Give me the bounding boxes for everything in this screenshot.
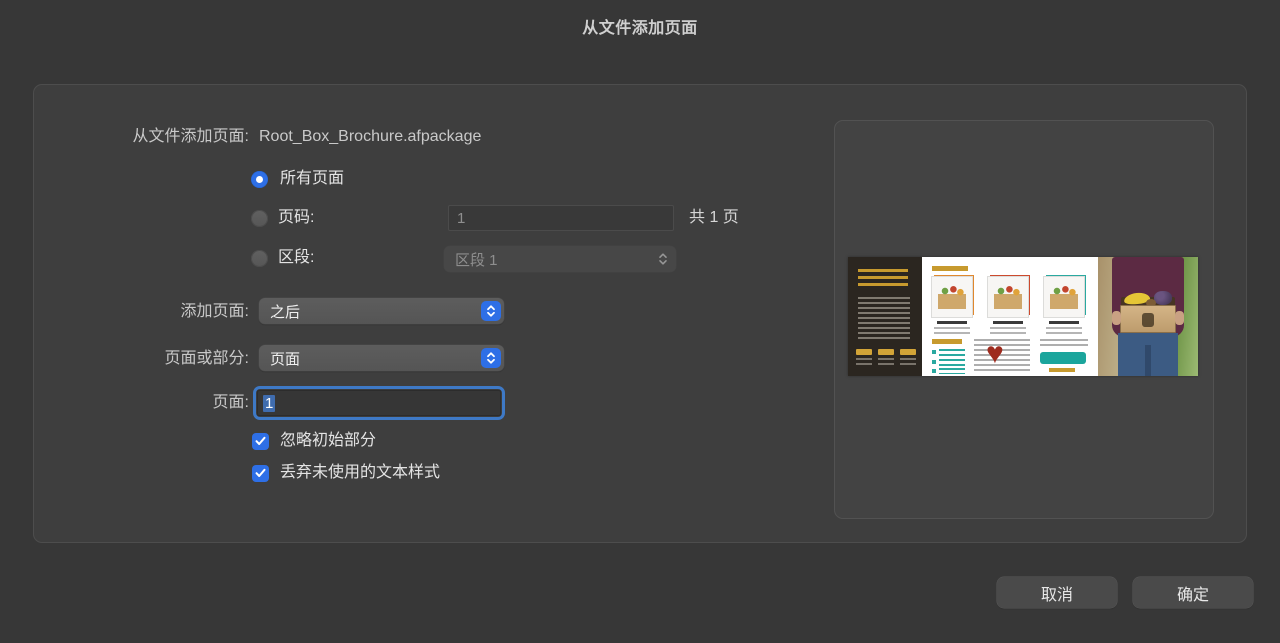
list-number-marker [932,350,936,354]
teal-cta-button [1040,352,1086,364]
paragraph-lines [1040,339,1088,349]
pages-or-section-select[interactable]: 页面 [259,345,504,371]
add-pages-select-value: 之后 [259,301,481,322]
ignore-initial-section-label: 忽略初始部分 [280,432,376,450]
total-pages-text: 共 1 页 [689,205,739,231]
product-card [1044,277,1084,317]
page-input[interactable]: 1 [257,390,501,416]
product-caption-lines [1046,327,1082,334]
brochure-preview-image: ♥ [848,257,1198,376]
produce-thumbnail [994,285,1022,309]
ok-button[interactable]: 确定 [1133,577,1253,608]
section-select[interactable]: 区段 1 [444,246,676,272]
brochure-button-caption [878,358,894,365]
grapes [1154,291,1172,305]
page-input-selected-text: 1 [263,395,275,412]
discard-unused-styles-label: 丢弃未使用的文本样式 [280,464,440,482]
checkbox-check-icon [255,436,266,446]
left-hand [1112,311,1121,325]
chevron-up-down-icon [481,301,501,321]
checkbox-row-discard-styles: 丢弃未使用的文本样式 [252,464,440,482]
brochure-section-heading [932,339,962,344]
radio-row-section: 区段: [251,249,314,267]
product-caption-lines [934,327,970,334]
radio-row-all-pages: 所有页面 [251,170,344,188]
page-number-input[interactable] [448,205,674,231]
checkbox-row-ignore-initial: 忽略初始部分 [252,432,376,450]
brochure-gold-caption [1049,368,1075,372]
source-file-label: 从文件添加页面: [34,128,249,146]
produce-thumbnail [1050,285,1078,309]
ignore-initial-section-checkbox[interactable] [252,433,269,450]
list-item-lines [939,359,965,366]
box-logo-stamp [1142,313,1154,327]
product-title-line [1049,321,1079,324]
brochure-panel-middle: ♥ [922,257,1098,376]
brochure-gold-button [856,349,872,355]
list-item-lines [939,368,965,374]
product-title-line [937,321,967,324]
page-field-label: 页面: [34,394,249,412]
chevron-up-down-icon [653,249,673,269]
pages-or-section-select-value: 页面 [259,348,481,369]
all-pages-label: 所有页面 [280,170,344,188]
brochure-gold-button [900,349,916,355]
checkbox-check-icon [255,468,266,478]
radio-row-page-number: 页码: [251,209,314,227]
product-card [932,277,972,317]
radio-dot-icon [256,176,263,183]
add-pages-dialog: 从文件添加页面 从文件添加页面: Root_Box_Brochure.afpac… [0,0,1280,643]
brochure-panel-left [848,257,922,376]
page-number-radio[interactable] [251,210,268,227]
brochure-gold-button [878,349,894,355]
right-hand [1175,311,1184,325]
discard-unused-styles-checkbox[interactable] [252,465,269,482]
section-radio[interactable] [251,250,268,267]
brochure-button-caption [856,358,872,365]
brochure-section-heading [932,266,968,271]
brochure-panel-photo [1098,257,1198,376]
page-number-label: 页码: [278,209,314,227]
produce-thumbnail [938,285,966,309]
add-pages-select[interactable]: 之后 [259,298,504,324]
page-field-focus-ring: 1 [253,386,505,420]
preview-panel: ♥ [834,120,1214,519]
source-file-value: Root_Box_Brochure.afpackage [259,128,481,146]
heart-icon: ♥ [986,339,1004,369]
dialog-title: 从文件添加页面 [0,14,1280,38]
product-caption-lines [990,327,1026,334]
all-pages-radio[interactable] [251,171,268,188]
product-card [988,277,1028,317]
cancel-button[interactable]: 取消 [997,577,1117,608]
options-groupbox: 从文件添加页面: Root_Box_Brochure.afpackage 所有页… [33,84,1247,543]
product-title-line [993,321,1023,324]
brochure-body-text [858,297,910,339]
section-label: 区段: [278,249,314,267]
title-bar: 从文件添加页面 [0,0,1280,48]
pages-or-section-label: 页面或部分: [34,350,249,368]
add-pages-label: 添加页面: [34,303,249,321]
brochure-heading-gold [858,269,908,289]
list-number-marker [932,360,936,364]
jeans-shadow [1145,345,1151,376]
section-select-value: 区段 1 [444,249,653,270]
list-number-marker [932,369,936,373]
list-item-lines [939,349,965,356]
brochure-button-caption [900,358,916,365]
chevron-up-down-icon [481,348,501,368]
